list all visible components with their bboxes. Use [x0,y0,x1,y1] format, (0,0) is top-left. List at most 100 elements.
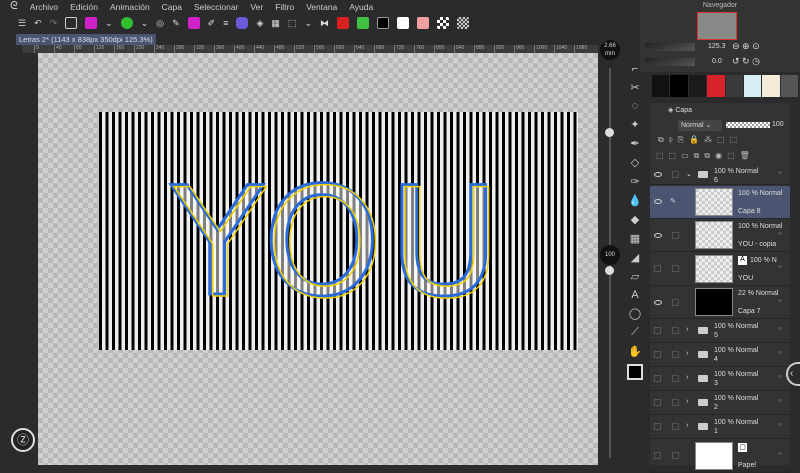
drag-handle-icon[interactable]: ≡ [778,422,782,429]
document-tab[interactable]: Letras 2* (1143 x 838px 350dpi 125.3%) × [16,34,156,55]
settings-sliders-icon[interactable]: ≡ [223,18,228,28]
lock-checkbox[interactable] [672,327,679,335]
zoom-icon[interactable]: ◎ [156,18,164,29]
layer-row[interactable]: › 100 % Normal 4 ≡ [650,344,790,367]
color-swatch[interactable] [652,75,670,97]
visibility-toggle[interactable] [654,327,661,335]
menu-ayuda[interactable]: Ayuda [349,2,373,12]
opacity-slider[interactable] [726,122,770,128]
layer-row[interactable]: ⌄ 100 % Normal 6 ≡ [650,165,790,185]
menu-filtro[interactable]: Filtro [275,2,294,12]
lasso-tool-icon[interactable]: ◌ [632,100,639,112]
white-swatch[interactable] [396,17,409,29]
drag-handle-icon[interactable]: ≡ [778,326,782,333]
grid-tool-icon[interactable]: ▦ [630,232,640,245]
drag-handle-icon[interactable]: ≡ [778,451,782,458]
lock-checkbox[interactable] [672,423,679,431]
app-logo-icon[interactable]: ᘓ [10,0,18,13]
visibility-toggle[interactable] [654,375,661,383]
lock-checkbox[interactable] [672,375,679,383]
chevron-right-icon[interactable]: › [686,350,688,357]
chevron-down-icon[interactable]: ⌄ [686,170,692,178]
drag-handle-icon[interactable]: ≡ [778,264,782,271]
color-indicator[interactable] [627,364,643,380]
layer-row[interactable]: ✎ 100 % Normal Capa 8 ≡ [650,185,790,219]
drag-handle-icon[interactable]: ≡ [778,350,782,357]
drag-handle-icon[interactable]: ≡ [778,170,782,177]
layers-icon[interactable]: ◈ [256,18,263,29]
layer-row[interactable]: 22 % Normal Capa 7 ≡ [650,286,790,319]
move-tool-icon[interactable]: ⌐ [632,63,638,75]
chevron-down-icon[interactable]: ⌄ [304,18,312,29]
layer-row[interactable]: › 100 % Normal 3 ≡ [650,368,790,391]
color-swatch[interactable] [780,75,798,97]
red-color-icon[interactable] [336,17,349,29]
transparent-swatch[interactable] [436,17,449,29]
layer-tab[interactable]: ◈ Capa [668,106,692,114]
layer-row[interactable]: 100 % Normal YOU - copia ≡ [650,219,790,252]
blend-mode-select[interactable]: Normal ⌄ [678,120,722,131]
canvas[interactable]: YOU YOU [38,53,598,465]
gradient-tool-icon[interactable]: ◢ [631,251,639,264]
green-color-icon[interactable] [356,17,369,29]
menu-animacion[interactable]: Animación [110,2,150,12]
zoom-slider[interactable] [645,43,695,51]
layer-row[interactable]: › 100 % Normal 2 ≡ [650,392,790,415]
drag-handle-icon[interactable]: ≡ [778,231,782,238]
eye-icon[interactable] [654,172,662,177]
visibility-toggle[interactable] [654,399,661,407]
size-slider-handle[interactable] [605,128,614,137]
visibility-toggle[interactable] [654,452,661,459]
color-icon[interactable] [187,17,200,29]
line-tool-icon[interactable]: ⟋ [631,326,639,339]
chevron-down-icon[interactable]: ⌄ [105,18,113,29]
eraser-tool-icon[interactable]: ◇ [631,156,639,169]
menu-seleccionar[interactable]: Seleccionar [194,2,238,12]
snap-icon[interactable] [120,17,133,29]
opacity-slider-handle[interactable] [605,266,614,275]
visibility-toggle[interactable] [654,351,661,359]
brush-size-slider[interactable]: 2.66 mm 100 [598,38,620,465]
menu-ver[interactable]: Ver [250,2,263,12]
chevron-right-icon[interactable]: › [686,374,688,381]
rotation-slider[interactable] [645,58,695,66]
fill-tool-icon[interactable]: ◆ [631,213,639,226]
transform-tool-icon[interactable]: ✂ [630,81,639,94]
chevron-right-icon[interactable]: › [686,326,688,333]
layer-row[interactable]: A 100 % N YOU ≡ [650,253,790,286]
drag-handle-icon[interactable]: ≡ [778,398,782,405]
lock-checkbox[interactable] [672,231,679,239]
eye-icon[interactable] [654,232,662,238]
undo-icon[interactable]: ↶ [34,18,42,29]
pen-tool-icon[interactable]: ✒ [630,137,639,150]
eye-icon[interactable] [654,299,662,305]
drag-handle-icon[interactable]: ≡ [778,374,782,381]
visibility-toggle[interactable] [654,265,661,272]
brush-tool-icon[interactable]: ✑ [630,175,639,188]
navigator-preview[interactable] [697,12,737,40]
pattern-swatch[interactable] [456,17,469,29]
magic-wand-icon[interactable]: ✦ [630,118,639,131]
lock-checkbox[interactable] [672,399,679,407]
balloon-tool-icon[interactable]: ◯ [629,307,641,320]
color-swatch[interactable] [670,75,688,97]
layer-row[interactable]: › 100 % Normal 5 ≡ [650,320,790,343]
color-swatch[interactable] [762,75,780,97]
eyedropper-icon[interactable]: ✎ [172,18,180,29]
menu-edicion[interactable]: Edición [70,2,98,12]
grid-icon[interactable]: ▦ [271,18,280,29]
menu-archivo[interactable]: Archivo [30,2,58,12]
zoom-out-icon[interactable]: ⊖ ⊕ ⊙ [732,41,760,52]
pink-swatch[interactable] [416,17,429,29]
menu-ventana[interactable]: Ventana [306,2,337,12]
layer-row[interactable]: › 100 % Normal 1 ≡ [650,416,790,439]
layer-row[interactable]: ▢ Papel ≡ [650,440,790,473]
color-swatch[interactable] [725,75,743,97]
lock-checkbox[interactable] [672,171,679,178]
color-swatch[interactable] [743,75,762,97]
hamburger-icon[interactable]: ☰ [18,18,26,29]
drag-handle-icon[interactable]: ≡ [778,197,782,204]
lock-checkbox[interactable] [672,452,679,459]
selection-icon[interactable]: ⬚ [288,18,297,29]
fill-transparent-icon[interactable] [85,17,98,29]
